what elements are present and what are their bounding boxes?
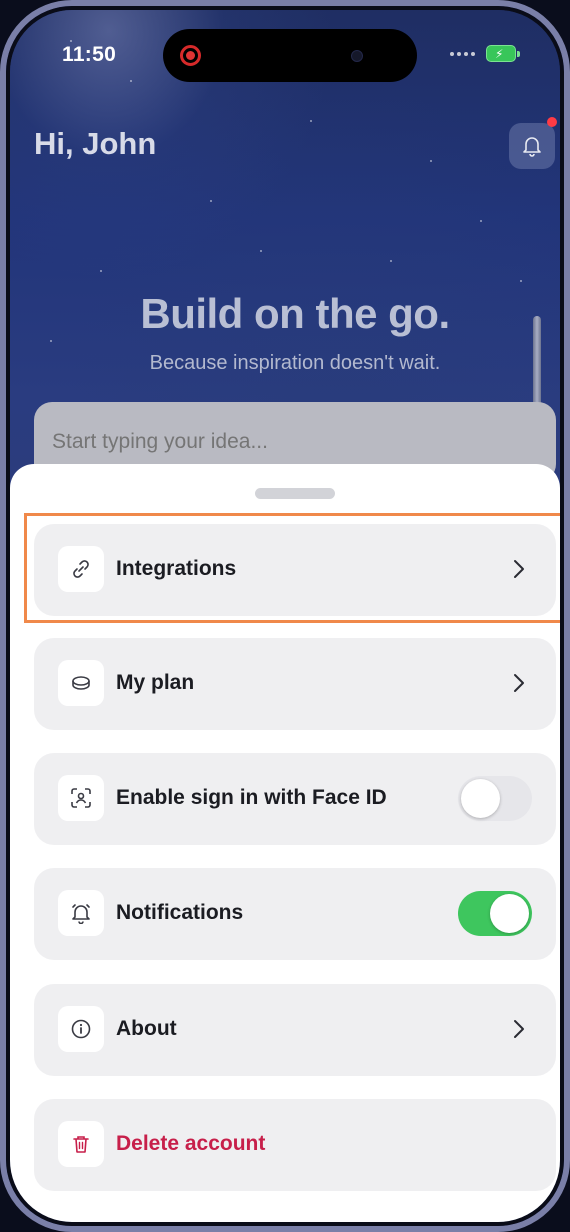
notifications-icon-tile: [58, 890, 104, 936]
greeting-title: Hi, John: [34, 126, 157, 161]
home-indicator[interactable]: [196, 1222, 394, 1226]
face-id-toggle[interactable]: [458, 776, 532, 821]
front-camera-icon: [351, 50, 363, 62]
signal-icon: [450, 52, 475, 56]
delete-account-label: Delete account: [116, 1132, 266, 1155]
integrations-highlight-box: [24, 513, 560, 623]
status-bar: 11:50 ⚡: [10, 10, 560, 100]
sheet-grabber[interactable]: [255, 488, 335, 499]
plan-icon: [72, 676, 90, 690]
toggle-knob: [490, 894, 529, 933]
my-plan-icon-tile: [58, 660, 104, 706]
phone-frame: 11:50 ⚡ Hi, John Build on the go. Becaus…: [0, 0, 570, 1232]
unread-badge: [547, 117, 557, 127]
notifications-toggle[interactable]: [458, 891, 532, 936]
trash-icon: [73, 1136, 89, 1153]
face-id-icon-tile: [58, 775, 104, 821]
delete-account-row[interactable]: Delete account: [34, 1099, 556, 1191]
bell-icon: [523, 137, 541, 157]
about-icon-tile: [58, 1006, 104, 1052]
bell-icon: [72, 904, 90, 924]
face-id-label: Enable sign in with Face ID: [116, 786, 387, 809]
face-id-row: Enable sign in with Face ID: [34, 753, 556, 845]
info-icon: [71, 1019, 91, 1039]
notifications-button[interactable]: [509, 123, 555, 169]
hero-headline: Build on the go.: [140, 290, 450, 337]
recording-indicator-icon: [180, 45, 201, 66]
toggle-knob: [461, 779, 500, 818]
about-label: About: [116, 1017, 177, 1040]
notifications-row: Notifications: [34, 868, 556, 960]
my-plan-label: My plan: [116, 671, 195, 694]
phone-screen: 11:50 ⚡ Hi, John Build on the go. Becaus…: [6, 6, 564, 1226]
dynamic-island: [163, 29, 417, 82]
status-time: 11:50: [62, 43, 117, 66]
about-row[interactable]: About: [34, 984, 556, 1076]
rocket-illustration: [530, 316, 544, 416]
notifications-label: Notifications: [116, 901, 244, 924]
face-id-icon: [71, 788, 91, 808]
my-plan-row[interactable]: My plan: [34, 638, 556, 730]
hero-subheadline: Because inspiration doesn't wait.: [149, 352, 441, 374]
chevron-right-icon: [514, 1020, 524, 1038]
chevron-right-icon: [514, 674, 524, 692]
battery-charging-icon: ⚡: [486, 45, 520, 62]
delete-icon-tile: [58, 1121, 104, 1167]
